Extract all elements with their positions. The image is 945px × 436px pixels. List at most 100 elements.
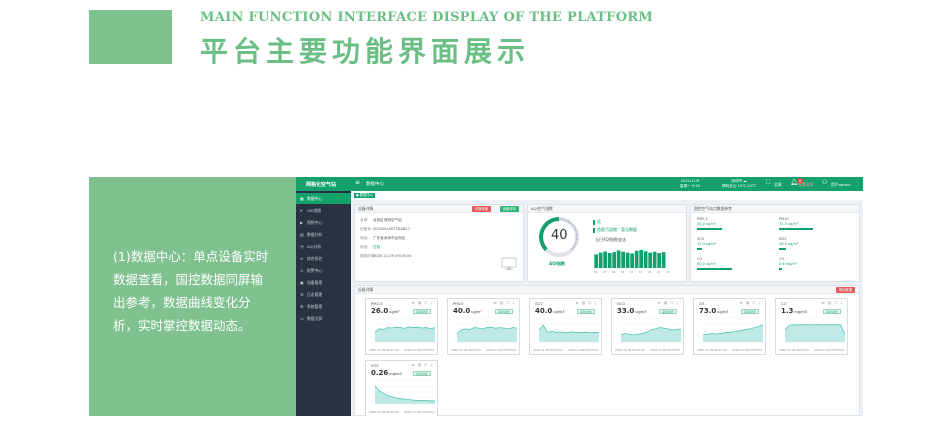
monitor-section-title: 设备详情 xyxy=(355,286,859,294)
card-tool-icons[interactable]: ⇄ ▥ ☐ ⤓ xyxy=(412,301,433,305)
aqi-bar xyxy=(598,252,603,268)
aqi-time-tick: 18 xyxy=(648,270,652,274)
device-info-key: 设备号: xyxy=(360,227,372,231)
aqi-bar xyxy=(657,253,661,268)
sensor-line xyxy=(538,324,600,334)
sidebar-item-label: 综合排名 xyxy=(307,256,323,261)
main-content: ● 数据中心 设备详情 切换设备 设备详情 名称: 龙岗区观测空气站 设备号:202… xyxy=(351,191,863,416)
sidebar-item[interactable]: ⚙ 系统管理 › xyxy=(296,301,351,312)
fullscreen-label[interactable]: 全屏 xyxy=(774,182,782,188)
header-date-line1: 2020/11/9 xyxy=(680,179,700,183)
compare-tag[interactable]: 实时对比 xyxy=(658,309,677,314)
sensor-card[interactable]: CO 1.3mg/m3 ⇄ ▥ ☐ ⤓ 实时对比 2020-11-09 09:23:04… xyxy=(775,298,848,355)
aqi-bar xyxy=(648,252,652,268)
card-tool-icons[interactable]: ⇄ ▥ ☐ ⤓ xyxy=(412,363,433,367)
sidebar-item-label: 日志管理 xyxy=(307,292,323,297)
card-tool-icons[interactable]: ⇄ ▥ ☐ ⤓ xyxy=(658,301,679,305)
device-info-row: 设备号:20200410ET10ABC7 xyxy=(360,227,410,232)
device-info-key: 名称: xyxy=(360,218,369,222)
sensor-card[interactable]: PM10 40.0ug/m³ ⇄ ▥ ☐ ⤓ 实时对比 2020-11-09 09:23… xyxy=(447,298,520,355)
device-detail-button[interactable]: 设备详情 xyxy=(499,206,519,212)
compare-tag[interactable]: 实时对比 xyxy=(412,309,431,314)
sensor-card[interactable]: PM2.5 26.0ug/m³ ⇄ ▥ ☐ ⤓ 实时对比 2020-11-09 09:2… xyxy=(365,298,438,355)
sidebar-item[interactable]: ▣ 设备管理 › xyxy=(296,277,351,288)
user-icon[interactable]: ⚇ xyxy=(822,180,827,186)
chevron-right-icon: › xyxy=(345,196,347,200)
device-info-key: 地址: xyxy=(360,236,369,240)
tab-data-center[interactable]: ● 数据中心 xyxy=(354,193,376,198)
compare-tag[interactable]: 实时对比 xyxy=(576,309,595,314)
device-info-value: 在线 xyxy=(373,245,381,249)
sidebar-item[interactable]: ▤ 数据分析 › xyxy=(296,229,351,240)
user-menu[interactable]: 用户admin xyxy=(831,182,851,188)
sidebar-item[interactable]: ⚠ 报警中心 › xyxy=(296,265,351,276)
alarm-label[interactable]: 报警信息 xyxy=(798,182,813,188)
sidebar-item[interactable]: ⌖ GIS地图 › xyxy=(296,205,351,216)
menu-toggle-icon[interactable]: ≡ xyxy=(355,180,360,186)
sensor-value-number: 1.3 xyxy=(781,307,794,315)
sidebar-item[interactable]: ▶ 视频中心 › xyxy=(296,217,351,228)
aqi-bar xyxy=(643,251,648,268)
monitor-section: 设备详情 导出数据 PM2.5 26.0ug/m³ ⇄ ▥ ☐ ⤓ 实时对比 2020-… xyxy=(354,285,860,416)
sensor-value-number: 40.0 xyxy=(535,307,553,315)
sensor-name: NO2 xyxy=(617,301,626,306)
sidebar-item[interactable]: ◔ AQI分析 › xyxy=(296,241,351,252)
compare-tag[interactable]: 实时对比 xyxy=(494,309,513,314)
pollutant-value: 60.0 ug/m³ xyxy=(697,261,717,266)
chevron-right-icon: › xyxy=(345,232,347,236)
compare-tag[interactable]: 实时对比 xyxy=(822,309,841,314)
sidebar-item-label: 视频中心 xyxy=(307,220,323,225)
pollutant-level-bar xyxy=(697,228,722,230)
sensor-trend-chart xyxy=(374,379,435,405)
aqi-bar xyxy=(634,250,639,268)
device-icon: ▣ xyxy=(300,280,304,285)
fullscreen-icon[interactable]: ⛶ xyxy=(766,180,770,186)
sensor-trend-chart xyxy=(784,317,846,343)
aqi-bar xyxy=(661,252,666,268)
sidebar-item[interactable]: ▭ 数据大屏 › xyxy=(296,313,351,324)
compare-tag[interactable]: 实时对比 xyxy=(412,371,431,376)
aqi-time-tick: 21 xyxy=(657,270,661,274)
chevron-right-icon: › xyxy=(345,220,347,224)
title-accent-block xyxy=(89,10,172,64)
sensor-trend-chart xyxy=(620,317,682,343)
device-info-key: 状态: xyxy=(360,245,369,249)
sensor-card[interactable]: SO2 40.0ug/m3 ⇄ ▥ ☐ ⤓ 实时对比 2020-11-09 09:23:… xyxy=(529,298,602,355)
grid-icon: ▦ xyxy=(300,196,304,201)
card-tool-icons[interactable]: ⇄ ▥ ☐ ⤓ xyxy=(494,301,515,305)
tab-bar: ● 数据中心 xyxy=(351,191,863,200)
sidebar-item[interactable]: ☰ 日志管理 › xyxy=(296,289,351,300)
export-data-button[interactable]: 导出数据 xyxy=(835,287,855,293)
time-start: 2020-11-09 09:23:04 xyxy=(615,348,645,352)
card-tool-icons[interactable]: ⇄ ▥ ☐ ⤓ xyxy=(740,301,761,305)
sensor-card[interactable]: NO2 33.0ug/m3 ⇄ ▥ ☐ ⤓ 实时对比 2020-11-09 09:23:… xyxy=(611,298,684,355)
sensor-value: 26.0ug/m³ xyxy=(371,307,400,315)
chevron-right-icon: › xyxy=(345,256,347,260)
switch-device-button[interactable]: 切换设备 xyxy=(471,206,491,212)
time-start: 2020-11-09 09:23:04 xyxy=(451,348,481,352)
time-start: 2020-11-09 09:23:04 xyxy=(369,348,399,352)
sensor-unit: ug/m3 xyxy=(635,310,647,314)
reference-card-title: 国控空气站点数据参考 xyxy=(691,205,859,213)
pollutant-item: PM10 72.0 ug/m³ xyxy=(779,217,798,226)
sensor-card[interactable]: O3 73.0ug/m3 ⇄ ▥ ☐ ⤓ 实时对比 2020-11-09 09:23:0… xyxy=(693,298,766,355)
sensor-card[interactable]: VOC 0.26mg/m3 ⇄ ▥ ☐ ⤓ 实时对比 2020-11-09 09:23:… xyxy=(365,360,438,416)
national-reference-card: 国控空气站点数据参考 PM2.5 30.0 ug/m³ PM10 72.0 ug/m³… xyxy=(690,204,860,282)
card-tool-icons[interactable]: ⇄ ▥ ☐ ⤓ xyxy=(822,301,843,305)
aqi-bar xyxy=(630,253,634,268)
feature-description-panel: (1)数据中心：单点设备实时数据查看，国控数据同屏输出参考，数据曲线变化分析，实… xyxy=(89,177,296,416)
device-info-row: 状态: 在线 xyxy=(360,245,380,250)
pollutant-value: 72.0 ug/m³ xyxy=(779,221,799,226)
sidebar-item[interactable]: ≡ 综合排名 › xyxy=(296,253,351,264)
compare-tag[interactable]: 实时对比 xyxy=(740,309,759,314)
chevron-right-icon: › xyxy=(345,208,347,212)
pollutant-level-bar xyxy=(779,228,813,230)
chevron-right-icon: › xyxy=(345,244,347,248)
device-info-card: 设备详情 切换设备 设备详情 名称: 龙岗区观测空气站 设备号:20200410ET… xyxy=(354,204,524,282)
sidebar-item-label: AQI分析 xyxy=(307,244,322,249)
sidebar-item-label: 设备管理 xyxy=(307,280,323,285)
sidebar-item[interactable]: ▦ 数据中心 › xyxy=(296,193,351,204)
gauge-icon: ◔ xyxy=(300,244,304,249)
card-tool-icons[interactable]: ⇄ ▥ ☐ ⤓ xyxy=(576,301,597,305)
aqi-bar xyxy=(612,252,616,268)
